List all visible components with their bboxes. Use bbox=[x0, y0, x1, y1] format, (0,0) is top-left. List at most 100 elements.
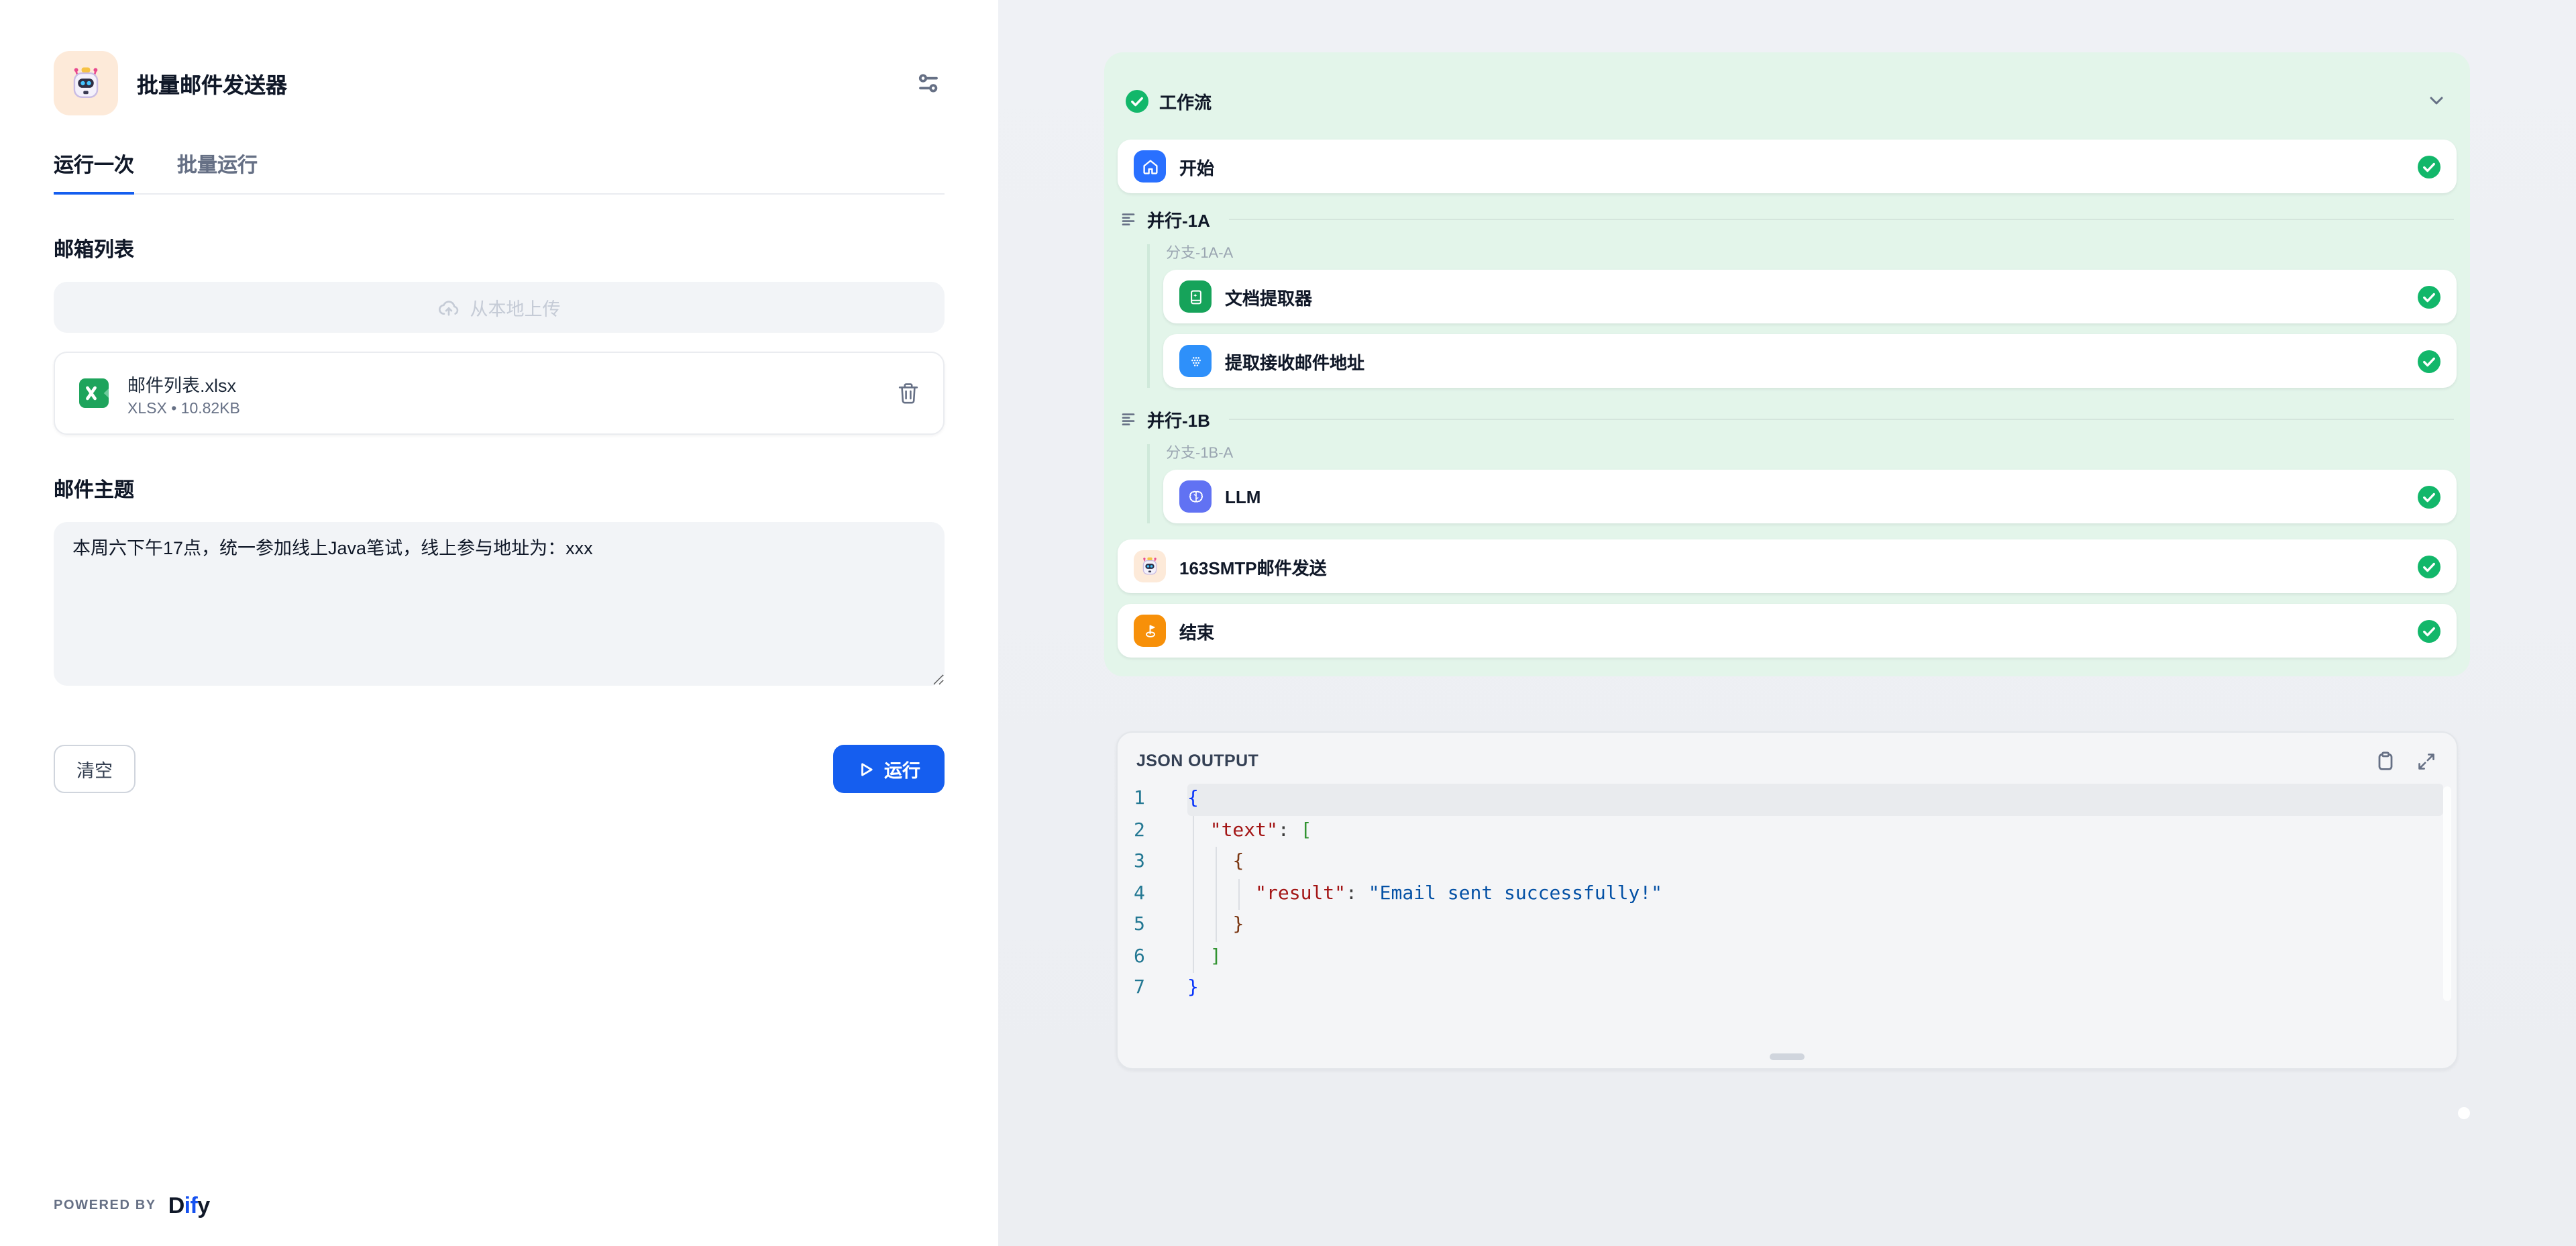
line-content: { bbox=[1187, 847, 2443, 878]
check-circle-icon bbox=[2418, 485, 2440, 508]
line-content: "result": "Email sent successfully!" bbox=[1187, 878, 2443, 910]
line-content: { bbox=[1187, 784, 2443, 815]
code-line: 6 ] bbox=[1118, 941, 2457, 973]
brain-icon bbox=[1179, 480, 1212, 513]
powered-by-footer: POWERED BY Dify bbox=[54, 1192, 210, 1219]
indent-guide bbox=[1216, 847, 1217, 941]
scroll-dot bbox=[2458, 1107, 2470, 1119]
file-meta: XLSX • 10.82KB bbox=[127, 401, 895, 417]
line-number: 3 bbox=[1118, 847, 1187, 878]
line-number: 1 bbox=[1118, 784, 1187, 815]
branch-label: 分支-1B-A bbox=[1166, 444, 2457, 464]
line-number: 6 bbox=[1118, 941, 1187, 973]
upload-from-local-button[interactable]: 从本地上传 bbox=[54, 282, 945, 333]
node-label: 开始 bbox=[1179, 154, 2418, 179]
branch-1a-group: 分支-1A-A 文档提取器 bbox=[1147, 244, 2457, 388]
delete-file-button[interactable] bbox=[895, 380, 922, 407]
tab-bar: 运行一次 批量运行 bbox=[54, 150, 945, 195]
check-circle-icon bbox=[2418, 155, 2440, 178]
document-extractor-icon bbox=[1179, 280, 1212, 313]
parallel-icon bbox=[1120, 211, 1136, 227]
chevron-down-icon[interactable] bbox=[2424, 89, 2449, 113]
check-circle-icon bbox=[1126, 89, 1148, 112]
check-circle-icon bbox=[2418, 285, 2440, 308]
node-label: 结束 bbox=[1179, 618, 2418, 643]
expand-button[interactable] bbox=[2415, 749, 2438, 772]
code-line: 1 { bbox=[1118, 784, 2457, 815]
finish-flag-icon bbox=[1134, 615, 1166, 647]
line-content: } bbox=[1187, 973, 2443, 1004]
clear-button[interactable]: 清空 bbox=[54, 745, 136, 793]
check-circle-icon bbox=[2418, 350, 2440, 372]
divider bbox=[1229, 218, 2454, 219]
json-output-title: JSON OUTPUT bbox=[1136, 751, 2373, 770]
form-actions: 清空 运行 bbox=[54, 745, 945, 793]
subject-label: 邮件主题 bbox=[54, 475, 945, 503]
workflow-title: 工作流 bbox=[1159, 88, 2424, 113]
extractor-dots-icon bbox=[1179, 345, 1212, 377]
node-label: 文档提取器 bbox=[1225, 284, 2418, 309]
dify-logo-d: D bbox=[168, 1192, 184, 1218]
parallel-title: 并行-1A bbox=[1147, 206, 1210, 231]
excel-file-icon bbox=[76, 376, 111, 411]
code-line: 2 "text": [ bbox=[1118, 815, 2457, 847]
page-title: 批量邮件发送器 bbox=[137, 67, 912, 99]
copy-button[interactable] bbox=[2373, 749, 2396, 772]
tab-batch-run[interactable]: 批量运行 bbox=[177, 150, 258, 193]
dify-logo-if: if bbox=[184, 1192, 198, 1218]
line-content: "text": [ bbox=[1187, 815, 2443, 847]
node-start[interactable]: 开始 bbox=[1118, 140, 2457, 193]
file-name: 邮件列表.xlsx bbox=[127, 370, 895, 397]
resize-handle[interactable] bbox=[1770, 1053, 1805, 1060]
expand-icon bbox=[2416, 751, 2436, 771]
powered-by-label: POWERED BY bbox=[54, 1198, 156, 1213]
divider bbox=[1229, 418, 2454, 419]
dify-logo[interactable]: Dify bbox=[168, 1192, 210, 1219]
indent-guide bbox=[1238, 878, 1240, 910]
node-extract-email[interactable]: 提取接收邮件地址 bbox=[1163, 334, 2457, 388]
code-line: 7 } bbox=[1118, 973, 2457, 1004]
node-label: 163SMTP邮件发送 bbox=[1179, 554, 2418, 579]
run-button[interactable]: 运行 bbox=[833, 745, 945, 793]
parallel-title: 并行-1B bbox=[1147, 406, 1210, 431]
workflow-header[interactable]: 工作流 bbox=[1126, 85, 2449, 117]
tab-run-once[interactable]: 运行一次 bbox=[54, 150, 134, 193]
home-icon bbox=[1134, 150, 1166, 183]
uploaded-file-item[interactable]: 邮件列表.xlsx XLSX • 10.82KB bbox=[54, 352, 945, 435]
code-line: 3 { bbox=[1118, 847, 2457, 878]
scrollbar-track[interactable] bbox=[2443, 786, 2451, 1001]
parallel-1b-row: 并行-1B bbox=[1120, 404, 2454, 433]
indent-guide bbox=[1193, 815, 1194, 973]
node-llm[interactable]: LLM bbox=[1163, 470, 2457, 523]
email-subject-input[interactable]: 本周六下午17点，统一参加线上Java笔试，线上参与地址为：xxx bbox=[54, 522, 945, 686]
trash-icon bbox=[896, 381, 920, 405]
robot-icon bbox=[64, 62, 107, 105]
app-robot-icon bbox=[54, 51, 118, 115]
node-doc-extractor[interactable]: 文档提取器 bbox=[1163, 270, 2457, 323]
settings-button[interactable] bbox=[912, 67, 945, 99]
json-output-header: JSON OUTPUT bbox=[1118, 733, 2457, 784]
robot-icon bbox=[1134, 550, 1166, 582]
code-line: 4 "result": "Email sent successfully!" bbox=[1118, 878, 2457, 910]
clipboard-icon bbox=[2374, 750, 2396, 772]
node-label: 提取接收邮件地址 bbox=[1225, 348, 2418, 374]
line-number: 2 bbox=[1118, 815, 1187, 847]
line-content: } bbox=[1187, 910, 2443, 941]
run-form-panel: 批量邮件发送器 运行一次 批量运行 邮箱列表 bbox=[0, 0, 998, 1246]
result-panel: 工作流 开始 并行-1A bbox=[998, 0, 2576, 1246]
line-content: ] bbox=[1187, 941, 2443, 973]
json-code-block[interactable]: 1 { 2 "text": [ 3 { 4 "result": "Email s… bbox=[1118, 784, 2457, 1023]
node-end[interactable]: 结束 bbox=[1118, 604, 2457, 658]
node-smtp-send[interactable]: 163SMTP邮件发送 bbox=[1118, 539, 2457, 593]
app-root: 批量邮件发送器 运行一次 批量运行 邮箱列表 bbox=[0, 0, 2576, 1246]
workflow-trace-card: 工作流 开始 并行-1A bbox=[1104, 52, 2470, 676]
play-icon bbox=[857, 760, 875, 778]
check-circle-icon bbox=[2418, 619, 2440, 642]
json-output-card: JSON OUTPUT bbox=[1116, 731, 2458, 1070]
node-label: LLM bbox=[1225, 486, 2418, 507]
cloud-upload-icon bbox=[438, 296, 461, 319]
parallel-1a-row: 并行-1A bbox=[1120, 204, 2454, 233]
sliders-icon bbox=[914, 68, 943, 98]
upload-label: 从本地上传 bbox=[470, 294, 561, 321]
email-list-label: 邮箱列表 bbox=[54, 235, 945, 263]
